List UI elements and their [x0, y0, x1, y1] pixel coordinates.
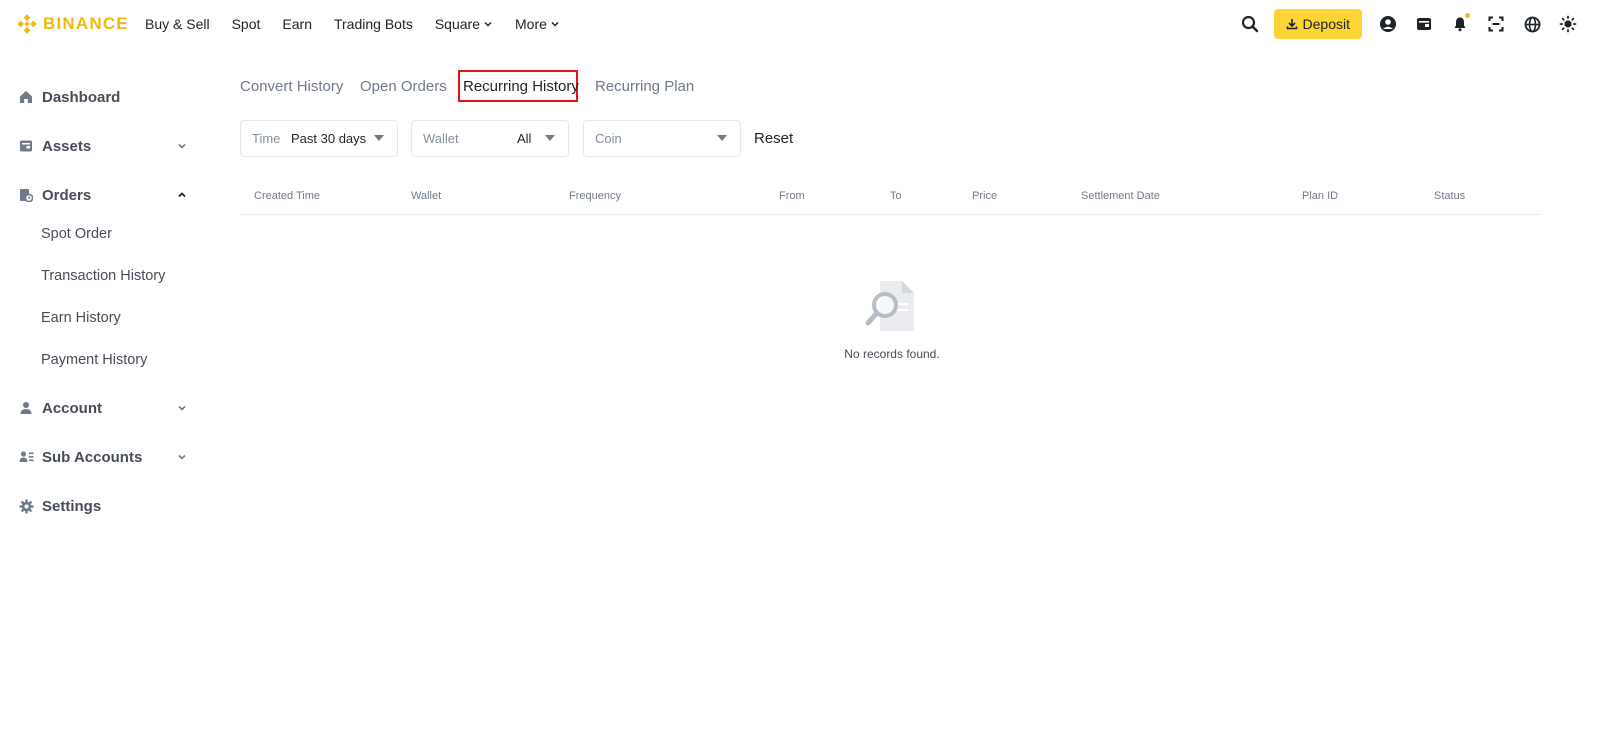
- theme-icon: [1559, 15, 1577, 33]
- column-header: Status: [1434, 190, 1466, 202]
- column-header: Wallet: [411, 190, 442, 202]
- binance-logo-icon: [17, 14, 37, 34]
- chevron-down-icon: [551, 21, 559, 27]
- nav-more[interactable]: More: [515, 16, 560, 32]
- profile-button[interactable]: [1370, 6, 1406, 42]
- gear-icon: [18, 498, 34, 514]
- nav-label: Buy & Sell: [145, 16, 210, 32]
- reset-button[interactable]: Reset: [754, 120, 793, 157]
- sidebar-item-label: Settings: [42, 497, 102, 515]
- home-icon: [18, 89, 34, 105]
- caret-down-icon: [717, 135, 727, 141]
- globe-icon: [1524, 16, 1540, 32]
- wallet-filter-select[interactable]: Wallet All: [411, 120, 569, 157]
- notification-dot: [1465, 13, 1470, 18]
- sidebar-item-settings[interactable]: Settings: [18, 493, 193, 519]
- wallet-icon: [18, 138, 34, 154]
- chevron-down-icon: [178, 143, 186, 149]
- nav-label: Square: [434, 16, 480, 32]
- download-icon: [1286, 19, 1297, 30]
- chevron-down-icon: [178, 454, 186, 460]
- empty-state-text: No records found.: [844, 347, 940, 361]
- scan-button[interactable]: [1478, 6, 1514, 42]
- column-header: To: [890, 190, 902, 202]
- tab-recurring-history[interactable]: Recurring History: [458, 70, 579, 102]
- caret-down-icon: [545, 135, 555, 141]
- sidebar-item-orders[interactable]: Orders: [18, 182, 193, 208]
- nav-label: More: [515, 16, 547, 32]
- column-header: Created Time: [254, 190, 321, 202]
- nav-earn[interactable]: Earn: [282, 16, 312, 32]
- orders-icon: [18, 187, 34, 203]
- search-icon: [1241, 15, 1258, 33]
- column-header: From: [779, 190, 805, 202]
- tab-label: Recurring Plan: [595, 77, 695, 95]
- no-records-icon: [865, 281, 914, 331]
- nav-spot[interactable]: Spot: [232, 16, 261, 32]
- nav-label: Earn: [282, 16, 312, 32]
- chevron-down-icon: [178, 405, 186, 411]
- sidebar-item-label: Orders: [42, 186, 92, 204]
- nav-label: Spot: [231, 16, 261, 32]
- sidebar-item-sub-accounts[interactable]: Sub Accounts: [18, 444, 193, 470]
- notifications-button[interactable]: [1442, 6, 1478, 42]
- sidebar-subitem-spot-order[interactable]: Spot Order: [41, 226, 112, 242]
- scan-icon: [1488, 16, 1504, 32]
- deposit-label: Deposit: [1302, 16, 1350, 32]
- binance-logo[interactable]: BINANCE: [17, 14, 129, 34]
- nav-buy-sell[interactable]: Buy & Sell: [145, 16, 210, 32]
- user-icon: [18, 400, 34, 416]
- tab-open-orders[interactable]: Open Orders: [360, 70, 447, 102]
- caret-down-icon: [374, 135, 384, 141]
- sidebar-subitem-transaction-history[interactable]: Transaction History: [41, 268, 165, 284]
- sidebar-item-label: Sub Accounts: [42, 448, 143, 466]
- main-nav: Buy & Sell Spot Earn Trading Bots Square…: [145, 0, 582, 48]
- header-tools: Deposit: [1232, 0, 1586, 48]
- tab-label: Recurring History: [463, 77, 579, 95]
- sidebar-item-assets[interactable]: Assets: [18, 133, 193, 159]
- wallet-icon: [1417, 18, 1431, 30]
- empty-state: No records found.: [840, 275, 944, 361]
- table-header: Created Time Wallet Frequency From To Pr…: [240, 183, 1540, 215]
- nav-square[interactable]: Square: [435, 16, 493, 32]
- column-header: Frequency: [569, 190, 621, 202]
- sub-accounts-icon: [18, 449, 34, 465]
- top-navbar: BINANCE Buy & Sell Spot Earn Trading Bot…: [0, 0, 1600, 48]
- sidebar-subitem-earn-history[interactable]: Earn History: [41, 310, 121, 326]
- coin-filter-placeholder: Coin: [595, 131, 622, 146]
- wallet-filter-label: Wallet: [423, 131, 459, 146]
- chevron-down-icon: [484, 21, 492, 27]
- nav-label: Trading Bots: [333, 16, 413, 32]
- sidebar-item-account[interactable]: Account: [18, 395, 193, 421]
- sidebar-item-label: Account: [42, 399, 102, 417]
- sidebar-item-dashboard[interactable]: Dashboard: [18, 84, 193, 110]
- coin-filter-select[interactable]: Coin: [583, 120, 741, 157]
- column-header: Plan ID: [1302, 190, 1339, 202]
- theme-button[interactable]: [1550, 6, 1586, 42]
- tab-convert-history[interactable]: Convert History: [240, 70, 343, 102]
- column-header: Price: [972, 190, 998, 202]
- sidebar-item-label: Assets: [42, 137, 92, 155]
- chevron-up-icon: [178, 192, 186, 198]
- bell-icon: [1454, 17, 1466, 32]
- column-header: Settlement Date: [1081, 190, 1160, 202]
- time-filter-label: Time: [252, 131, 281, 146]
- wallet-button[interactable]: [1406, 6, 1442, 42]
- user-icon: [1380, 16, 1396, 32]
- tab-recurring-plan[interactable]: Recurring Plan: [595, 70, 694, 102]
- language-button[interactable]: [1514, 6, 1550, 42]
- brand-name: BINANCE: [43, 14, 129, 33]
- sidebar-subitem-payment-history[interactable]: Payment History: [41, 352, 147, 368]
- tab-label: Open Orders: [360, 77, 447, 95]
- nav-trading-bots[interactable]: Trading Bots: [334, 16, 413, 32]
- tab-label: Convert History: [240, 77, 344, 95]
- wallet-filter-value: All: [517, 131, 532, 146]
- deposit-button[interactable]: Deposit: [1273, 9, 1362, 39]
- time-filter-value: Past 30 days: [291, 131, 367, 146]
- search-button[interactable]: [1232, 6, 1268, 42]
- sidebar-item-label: Dashboard: [42, 88, 121, 106]
- time-filter-select[interactable]: Time Past 30 days: [240, 120, 398, 157]
